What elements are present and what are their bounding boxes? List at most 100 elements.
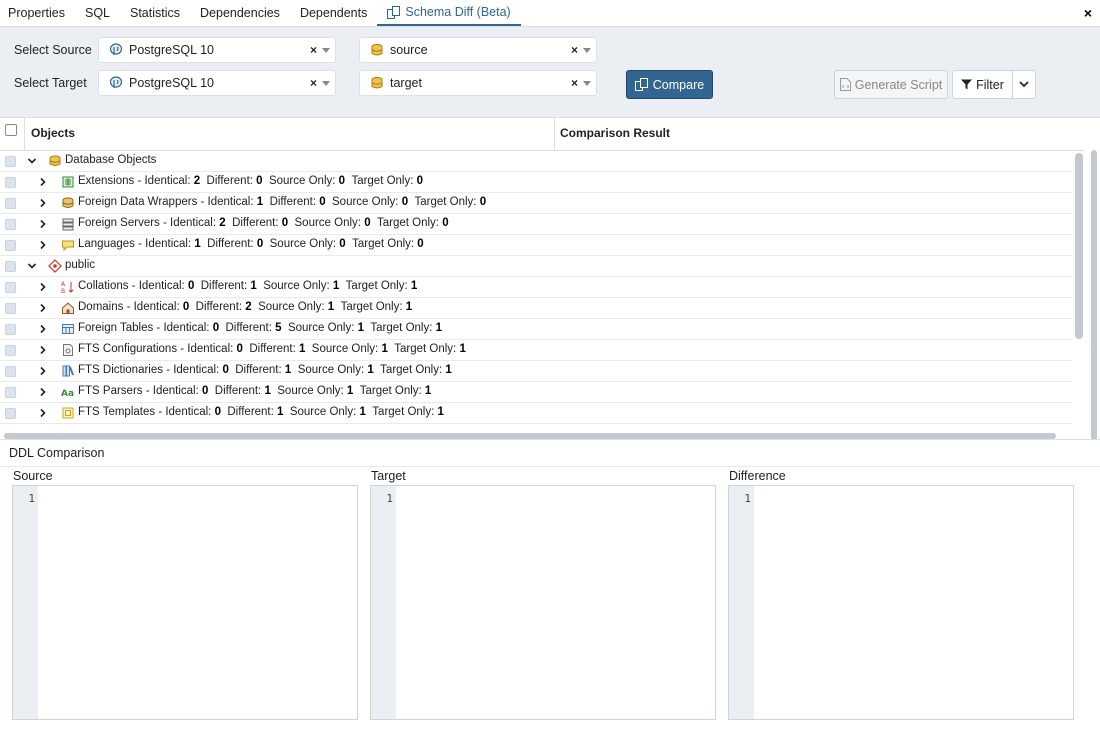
comparison-result-column-header[interactable]: Comparison Result: [560, 126, 670, 140]
schema-diff-icon: [387, 5, 401, 19]
chevron-down-icon[interactable]: [583, 81, 591, 86]
filter-button[interactable]: Filter: [952, 70, 1013, 99]
tree-row[interactable]: Aa FTS Parsers - Identical: 0 Different: …: [0, 382, 1072, 403]
source-only-count: 0: [338, 175, 346, 187]
panel-vertical-scrollbar[interactable]: [1091, 150, 1097, 460]
line-gutter: [729, 486, 754, 719]
chevron-right-icon[interactable]: [38, 366, 48, 376]
clear-icon[interactable]: ×: [571, 43, 578, 57]
row-checkbox[interactable]: [5, 282, 16, 293]
source-only-label: Source Only:: [287, 322, 358, 334]
chevron-down-icon[interactable]: [322, 48, 330, 53]
tab-sql[interactable]: SQL: [75, 0, 120, 26]
different-label: Different:: [227, 406, 278, 418]
identical-label: - Identical:: [159, 217, 220, 229]
chevron-right-icon[interactable]: [38, 303, 48, 313]
row-checkbox[interactable]: [5, 366, 16, 377]
target-only-label: Target Only:: [372, 406, 438, 418]
different-count: 0: [281, 217, 289, 229]
row-checkbox[interactable]: [5, 156, 16, 167]
tree-row[interactable]: FTS Dictionaries - Identical: 0 Differen…: [0, 361, 1072, 382]
tree-row[interactable]: A B Collations - Identical: 0 Different: 1…: [0, 277, 1072, 298]
tree-row[interactable]: FTS Templates - Identical: 0 Different: …: [0, 403, 1072, 424]
target-ddl-editor[interactable]: 1: [370, 485, 716, 720]
row-checkbox[interactable]: [5, 219, 16, 230]
generate-script-button[interactable]: Generate Script: [834, 70, 948, 99]
chevron-right-icon[interactable]: [38, 219, 48, 229]
different-label: Different:: [200, 280, 251, 292]
clear-icon[interactable]: ×: [571, 76, 578, 90]
chevron-down-icon[interactable]: [27, 156, 37, 166]
row-checkbox[interactable]: [5, 261, 16, 272]
row-checkbox[interactable]: [5, 198, 16, 209]
source-ddl-editor[interactable]: 1: [12, 485, 358, 720]
chevron-right-icon[interactable]: [38, 345, 48, 355]
row-checkbox[interactable]: [5, 345, 16, 356]
objects-column-header[interactable]: Objects: [24, 118, 555, 151]
clear-icon[interactable]: ×: [310, 76, 317, 90]
chevron-down-icon[interactable]: [583, 48, 591, 53]
generate-script-label: Generate Script: [854, 77, 943, 92]
source-server-select[interactable]: PostgreSQL 10 ×: [98, 37, 336, 63]
row-checkbox[interactable]: [5, 387, 16, 398]
target-database-select[interactable]: target ×: [359, 70, 597, 96]
tab-schema-diff-label: Schema Diff (Beta): [405, 5, 511, 19]
tree-row[interactable]: Languages - Identical: 1 Different: 0 So…: [0, 235, 1072, 256]
clear-icon[interactable]: ×: [310, 43, 317, 57]
row-checkbox[interactable]: [5, 177, 16, 188]
tree-row[interactable]: Database Objects: [0, 151, 1072, 172]
row-checkbox[interactable]: [5, 240, 16, 251]
ddl-comparison-title: DDL Comparison: [9, 446, 105, 460]
target-server-select[interactable]: PostgreSQL 10 ×: [98, 70, 336, 96]
different-label: Different:: [249, 343, 299, 355]
extensions-icon: [62, 176, 74, 188]
tree-row[interactable]: FTS Configurations - Identical: 0 Differ…: [0, 340, 1072, 361]
filter-dropdown-button[interactable]: [1012, 70, 1036, 99]
tab-properties[interactable]: Properties: [0, 0, 75, 26]
row-label: FTS Templates - Identical: 0 Different: …: [78, 406, 444, 418]
target-only-count: 0: [416, 175, 424, 187]
tab-schema-diff[interactable]: Schema Diff (Beta): [377, 0, 521, 26]
chevron-right-icon[interactable]: [38, 282, 48, 292]
chevron-right-icon[interactable]: [38, 198, 48, 208]
different-count: 1: [284, 364, 292, 376]
target-only-count: 1: [410, 280, 418, 292]
compare-button[interactable]: Compare: [626, 70, 713, 99]
select-all-checkbox[interactable]: [5, 124, 17, 136]
tree-row[interactable]: Extensions - Identical: 2 Different: 0 S…: [0, 172, 1072, 193]
identical-label: - Identical:: [153, 322, 213, 334]
grid-vertical-scrollbar[interactable]: [1075, 153, 1083, 339]
row-checkbox[interactable]: [5, 408, 16, 419]
difference-ddl-editor[interactable]: 1: [728, 485, 1074, 720]
chevron-right-icon[interactable]: [38, 240, 48, 250]
tree-row[interactable]: public: [0, 256, 1072, 277]
different-label: Different:: [235, 364, 285, 376]
tab-dependencies[interactable]: Dependencies: [190, 0, 290, 26]
compare-icon: [634, 78, 648, 91]
tab-dependents[interactable]: Dependents: [290, 0, 377, 26]
tree-row[interactable]: Domains - Identical: 0 Different: 2 Sour…: [0, 298, 1072, 319]
row-checkbox[interactable]: [5, 324, 16, 335]
postgresql-icon: [109, 43, 123, 55]
tree-row[interactable]: Foreign Tables - Identical: 0 Different:…: [0, 319, 1072, 340]
tree-row[interactable]: Foreign Data Wrappers - Identical: 1 Dif…: [0, 193, 1072, 214]
chevron-right-icon[interactable]: [38, 387, 48, 397]
domains-icon: [62, 302, 74, 314]
target-only-label: Target Only:: [351, 175, 417, 187]
different-label: Different:: [269, 196, 320, 208]
object-name: public: [65, 259, 96, 271]
tree-row[interactable]: Foreign Servers - Identical: 2 Different…: [0, 214, 1072, 235]
target-database-value: target: [390, 76, 422, 90]
chevron-right-icon[interactable]: [38, 408, 48, 418]
row-checkbox[interactable]: [5, 303, 16, 314]
tab-bar: Properties SQL Statistics Dependencies D…: [0, 0, 1100, 27]
chevron-right-icon[interactable]: [38, 324, 48, 334]
chevron-down-icon[interactable]: [27, 261, 37, 271]
source-only-count: 0: [401, 196, 409, 208]
close-icon[interactable]: ×: [1084, 5, 1092, 21]
chevron-down-icon[interactable]: [322, 81, 330, 86]
source-ddl-label: Source: [13, 469, 53, 483]
chevron-right-icon[interactable]: [38, 177, 48, 187]
source-database-select[interactable]: source ×: [359, 37, 597, 63]
tab-statistics[interactable]: Statistics: [120, 0, 190, 26]
